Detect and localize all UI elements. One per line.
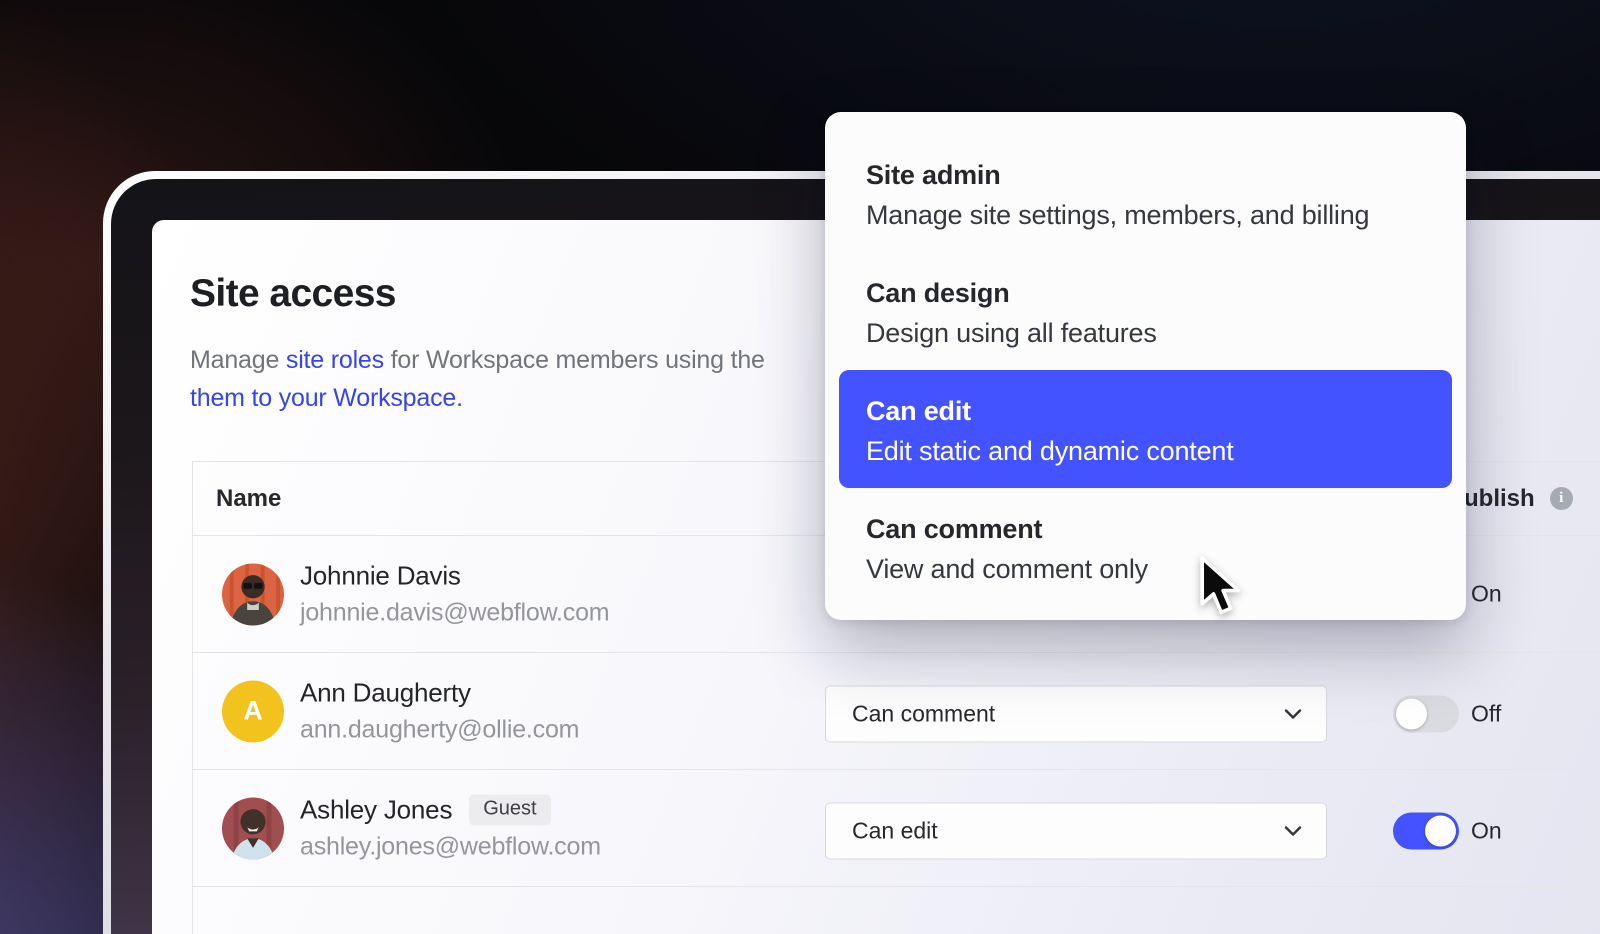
menu-item-description: View and comment only <box>866 552 1432 586</box>
member-email: johnnie.davis@webflow.com <box>300 599 609 628</box>
menu-item-description: Manage site settings, members, and billi… <box>866 198 1432 232</box>
avatar <box>222 563 284 625</box>
menu-item-description: Edit static and dynamic content <box>866 434 1432 468</box>
info-icon[interactable]: i <box>1550 487 1573 510</box>
person-photo-icon <box>222 797 284 859</box>
menu-item-title: Can design <box>866 276 1432 310</box>
publish-state-label: On <box>1471 818 1502 845</box>
member-cell: A Ann Daugherty ann.daugherty@ollie.com <box>222 678 579 745</box>
member-identity: Ann Daugherty ann.daugherty@ollie.com <box>300 678 579 745</box>
role-dropdown-menu: Site admin Manage site settings, members… <box>825 112 1466 620</box>
publish-column-header: Publish i <box>1448 462 1573 535</box>
member-identity: Ashley Jones Guest ashley.jones@webflow.… <box>300 795 601 862</box>
arrow-cursor-icon <box>1192 556 1244 620</box>
page-title: Site access <box>190 272 396 316</box>
menu-item-title: Site admin <box>866 158 1432 192</box>
page-description: Manage site roles for Workspace members … <box>190 341 765 417</box>
member-email: ann.daugherty@ollie.com <box>300 716 579 745</box>
member-identity: Johnnie Davis johnnie.davis@webflow.com <box>300 561 609 628</box>
chevron-down-icon <box>1284 709 1302 720</box>
member-email: ashley.jones@webflow.com <box>300 833 601 862</box>
role-select[interactable]: Can comment <box>825 686 1327 743</box>
menu-item-title: Can edit <box>866 394 1432 428</box>
publish-state-label: Off <box>1471 701 1501 728</box>
publish-toggle[interactable] <box>1393 813 1459 850</box>
member-cell: Ashley Jones Guest ashley.jones@webflow.… <box>222 795 601 862</box>
publish-state-label: On <box>1471 581 1502 608</box>
role-select[interactable]: Can edit <box>825 803 1327 860</box>
member-name: Ann Daugherty <box>300 678 471 709</box>
menu-item-can-edit[interactable]: Can edit Edit static and dynamic content <box>839 370 1452 488</box>
menu-item-title: Can comment <box>866 512 1432 546</box>
table-row: A Ann Daugherty ann.daugherty@ollie.com … <box>193 653 1600 770</box>
menu-item-can-comment[interactable]: Can comment View and comment only <box>839 488 1452 606</box>
role-select-value: Can edit <box>852 818 938 845</box>
toggle-knob <box>1396 699 1427 730</box>
marketing-canvas: Site access Manage site roles for Worksp… <box>0 0 1600 934</box>
publish-toggle[interactable] <box>1393 696 1459 733</box>
table-row: Ashley Jones Guest ashley.jones@webflow.… <box>193 770 1600 887</box>
toggle-knob <box>1425 816 1456 847</box>
menu-item-site-admin[interactable]: Site admin Manage site settings, members… <box>839 134 1452 252</box>
guest-badge: Guest <box>469 795 550 826</box>
person-photo-icon <box>222 563 284 625</box>
site-roles-link[interactable]: site roles <box>286 346 384 374</box>
member-name: Ashley Jones <box>300 795 452 826</box>
avatar: A <box>222 680 284 742</box>
chevron-down-icon <box>1284 826 1302 837</box>
role-select-value: Can comment <box>852 701 995 728</box>
menu-item-description: Design using all features <box>866 316 1432 350</box>
name-column-header: Name <box>216 462 281 535</box>
member-name: Johnnie Davis <box>300 561 461 592</box>
intro-text: for Workspace members using the <box>384 346 765 374</box>
workspace-link[interactable]: them to your Workspace. <box>190 384 463 412</box>
menu-item-can-design[interactable]: Can design Design using all features <box>839 252 1452 370</box>
avatar <box>222 797 284 859</box>
member-cell: Johnnie Davis johnnie.davis@webflow.com <box>222 561 609 628</box>
intro-text: Manage <box>190 346 286 374</box>
